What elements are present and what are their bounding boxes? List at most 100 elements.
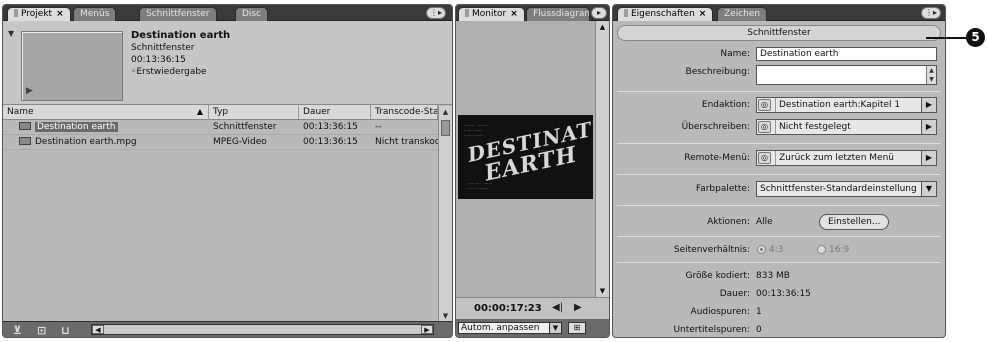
encoded-size-value: 833 MB	[756, 271, 790, 281]
name-label: Name:	[720, 49, 750, 59]
scroll-thumb[interactable]	[441, 120, 450, 136]
aspect-4-3-radio[interactable]	[757, 245, 766, 254]
col-duration-label: Dauer	[303, 107, 331, 117]
tab-timeline-label: Schnittfenster	[146, 9, 210, 19]
duration-value: 00:13:36:15	[756, 289, 811, 299]
palette-select[interactable]: Schnittfenster-Standardeinstellung ▼	[756, 181, 937, 197]
panel-menu-button[interactable]: ⋮▸	[426, 7, 446, 19]
collapse-caret-icon[interactable]: ▼	[8, 29, 14, 38]
asset-info: ▼ ▶ Destination earth Schnittfenster 00:…	[3, 21, 452, 105]
col-duration[interactable]: Dauer	[299, 105, 371, 119]
divider	[617, 174, 941, 175]
project-vertical-scrollbar[interactable]: ▲ ▼	[438, 106, 452, 322]
properties-tabbar: Eigenschaften × Zeichen ⋮▸	[613, 5, 945, 21]
col-status-label: Transcode-Status	[375, 107, 438, 117]
col-name-label: Name	[7, 107, 34, 117]
close-icon[interactable]: ×	[510, 9, 518, 19]
tab-timeline[interactable]: Schnittfenster	[139, 7, 217, 21]
timeline-icon	[19, 122, 31, 130]
sort-asc-icon[interactable]: ▲	[197, 105, 203, 119]
project-tabbar: Projekt × Menüs Schnittfenster Disc ⋮▸	[3, 5, 452, 21]
chevron-down-icon[interactable]: ▼	[921, 182, 936, 196]
duration-row: Dauer: 00:13:36:15	[613, 285, 945, 303]
scroll-down-icon[interactable]: ▼	[596, 285, 609, 297]
col-type[interactable]: Typ	[209, 105, 299, 119]
end-action-value: Destination earth:Kapitel 1	[775, 98, 920, 112]
monitor-tabbar: Monitor× Flussdiagramm ▸	[456, 5, 609, 21]
row-status: --	[375, 122, 382, 132]
col-status[interactable]: Transcode-Status	[371, 105, 438, 119]
frame-credits-decoration-3: ·········· ······· ······· ········	[468, 181, 493, 191]
tab-disc[interactable]: Disc	[235, 7, 269, 21]
tab-disc-label: Disc	[242, 9, 262, 19]
chevron-right-icon[interactable]: ▶	[921, 151, 936, 165]
new-item-icon[interactable]: ⊡	[37, 324, 46, 337]
asset-thumbnail: ▶	[21, 31, 123, 101]
scroll-right-icon[interactable]: ▶	[421, 325, 433, 334]
col-name[interactable]: Name ▲	[3, 105, 209, 119]
remote-menu-value: Zurück zum letzten Menü	[775, 151, 920, 165]
tab-menus[interactable]: Menüs	[73, 7, 117, 21]
end-action-picker[interactable]: ◎ Destination earth:Kapitel 1 ▶	[756, 97, 937, 113]
description-scrollbar[interactable]: ▲ ▼	[926, 66, 936, 84]
row-duration: 00:13:36:15	[303, 122, 358, 132]
scroll-up-icon[interactable]: ▲	[439, 106, 452, 118]
properties-panel: Eigenschaften × Zeichen ⋮▸ Schnittfenster…	[612, 4, 946, 338]
project-horizontal-scrollbar[interactable]: ◀ ▶	[91, 324, 434, 335]
row-type: Schnittfenster	[213, 122, 277, 132]
pickwhip-icon[interactable]: ◎	[758, 99, 771, 111]
chevron-down-icon[interactable]: ▼	[549, 323, 561, 333]
description-field[interactable]: ▲ ▼	[756, 65, 937, 85]
aspect-16-9-label: 16:9	[829, 245, 850, 255]
actions-value: Alle	[756, 217, 773, 227]
name-field[interactable]: Destination earth	[756, 47, 937, 61]
grip-icon	[465, 9, 469, 17]
tab-monitor-label: Monitor	[472, 9, 507, 19]
encoded-size-label: Größe kodiert:	[685, 271, 750, 281]
step-back-icon[interactable]: ◀|	[552, 302, 563, 313]
aspect-label: Seitenverhältnis:	[673, 245, 750, 255]
tab-flowchart[interactable]: Flussdiagramm	[526, 7, 590, 21]
tab-flowchart-label: Flussdiagramm	[533, 9, 589, 19]
override-row: Überschreiben: ◎ Nicht festgelegt ▶	[613, 118, 945, 136]
pickwhip-icon[interactable]: ◎	[758, 152, 771, 164]
monitor-vertical-scrollbar[interactable]: ▲ ▼	[595, 21, 609, 297]
play-icon[interactable]: ▶	[26, 86, 33, 96]
table-header: Name ▲ Typ Dauer Transcode-Status	[3, 105, 438, 120]
tab-monitor[interactable]: Monitor ×	[458, 7, 525, 21]
timecode: 00:00:17:23	[474, 303, 542, 314]
filter-icon[interactable]: ⊻	[13, 324, 22, 337]
panel-menu-button[interactable]: ⋮▸	[921, 7, 941, 19]
close-icon[interactable]: ×	[56, 9, 64, 19]
chevron-right-icon[interactable]: ▶	[921, 120, 936, 134]
grip-icon	[14, 9, 18, 17]
scroll-left-icon[interactable]: ◀	[92, 325, 104, 334]
description-label: Beschreibung:	[685, 67, 750, 77]
aspect-16-9-radio[interactable]	[817, 245, 826, 254]
close-icon[interactable]: ×	[699, 9, 707, 19]
aspect-row: Seitenverhältnis: 4:3 16:9	[613, 241, 945, 259]
asset-title: Destination earth	[131, 30, 231, 41]
pickwhip-icon[interactable]: ◎	[758, 121, 771, 133]
set-actions-button[interactable]: Einstellen...	[819, 214, 890, 230]
transport-bar: 00:00:17:23 ◀| ▶	[456, 297, 609, 319]
zoom-select[interactable]: Autom. anpassen ▼	[458, 322, 562, 334]
asset-duration: 00:13:36:15	[131, 55, 186, 65]
panel-menu-button[interactable]: ▸	[591, 7, 607, 19]
override-picker[interactable]: ◎ Nicht festgelegt ▶	[756, 119, 937, 135]
play-icon[interactable]: ▶	[574, 302, 582, 313]
remote-menu-picker[interactable]: ◎ Zurück zum letzten Menü ▶	[756, 150, 937, 166]
chevron-right-icon[interactable]: ▶	[921, 98, 936, 112]
table-row[interactable]: Destination earth Schnittfenster 00:13:3…	[3, 120, 438, 135]
actions-row: Aktionen: Alle Einstellen...	[613, 213, 945, 231]
trash-icon[interactable]: ⊔	[61, 324, 70, 337]
scroll-up-icon[interactable]: ▲	[596, 21, 609, 33]
asset-type: Schnittfenster	[131, 43, 195, 53]
frame-credits-decoration: ········ ········· ······· ······ ······…	[464, 123, 489, 138]
tab-properties[interactable]: Eigenschaften ×	[617, 7, 714, 21]
project-panel: Projekt × Menüs Schnittfenster Disc ⋮▸ ▼ …	[2, 4, 453, 338]
tab-character[interactable]: Zeichen	[717, 7, 768, 21]
table-row[interactable]: Destination earth.mpg MPEG-Video 00:13:3…	[3, 135, 438, 150]
safe-area-icon[interactable]: ⊞	[568, 322, 586, 334]
tab-project[interactable]: Projekt ×	[7, 7, 71, 21]
